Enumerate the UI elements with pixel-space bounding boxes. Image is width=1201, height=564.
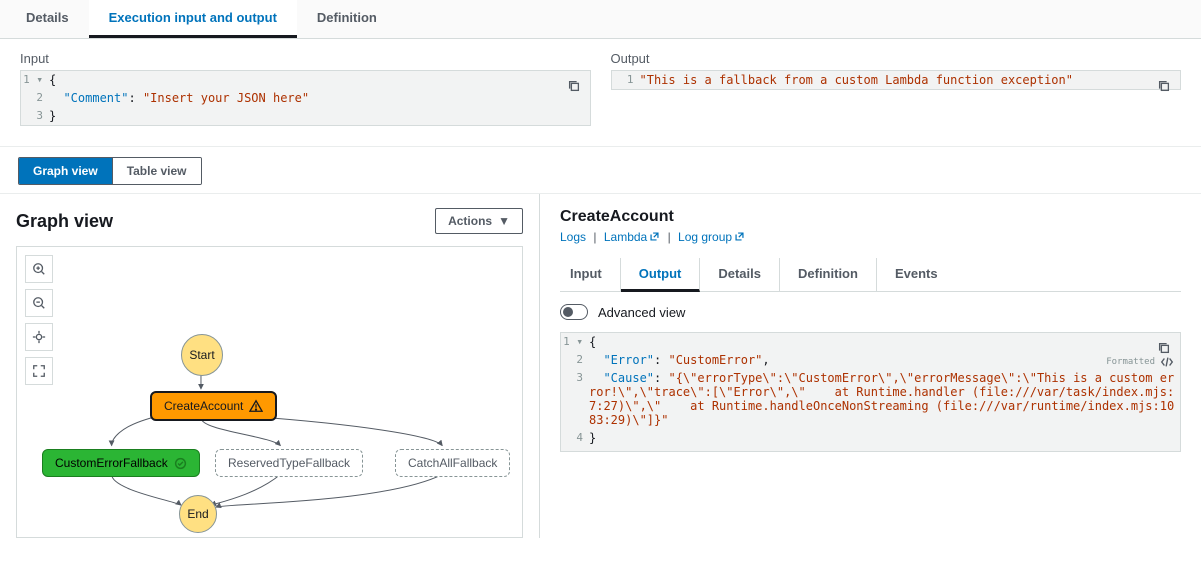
link-logs[interactable]: Logs: [560, 230, 586, 244]
external-link-icon: [649, 231, 660, 242]
line-number: 2: [561, 351, 589, 368]
tab-definition[interactable]: Definition: [297, 0, 397, 38]
output-label: Output: [611, 51, 1182, 66]
external-link-icon: [734, 231, 745, 242]
workspace: Graph view Actions ▼: [0, 193, 1201, 538]
line-number: 4: [561, 429, 589, 446]
output-column: Output 1"This is a fallback from a custo…: [611, 51, 1182, 126]
tab-execution-io[interactable]: Execution input and output: [89, 0, 297, 38]
link-lambda[interactable]: Lambda: [604, 230, 660, 244]
node-label: CustomErrorFallback: [55, 456, 168, 470]
copy-icon: [1157, 341, 1171, 355]
copy-input-button[interactable]: [564, 77, 584, 97]
actions-label: Actions: [448, 214, 492, 228]
center-button[interactable]: [25, 323, 53, 351]
node-label: ReservedTypeFallback: [228, 456, 350, 470]
chevron-down-icon: ▼: [498, 214, 510, 228]
detail-pane: CreateAccount Logs | Lambda | Log group …: [540, 194, 1201, 538]
graph-canvas[interactable]: Start CreateAccount CustomErrorFallback …: [16, 246, 523, 538]
advanced-view-toggle[interactable]: [560, 304, 588, 320]
code-text: "Cause": "{\"errorType\":\"CustomError\"…: [589, 369, 1180, 429]
node-reserved-type-fallback[interactable]: ReservedTypeFallback: [215, 449, 363, 477]
node-catch-all-fallback[interactable]: CatchAllFallback: [395, 449, 510, 477]
copy-icon: [567, 79, 581, 93]
table-view-button[interactable]: Table view: [112, 158, 201, 184]
node-label: CatchAllFallback: [408, 456, 497, 470]
subtab-events[interactable]: Events: [877, 258, 956, 291]
node-end[interactable]: End: [179, 495, 217, 533]
line-number: 2: [21, 89, 49, 106]
code-text: }: [589, 429, 596, 447]
detail-subtabs: Input Output Details Definition Events: [560, 258, 1181, 292]
subtab-output[interactable]: Output: [621, 258, 701, 292]
node-label: CreateAccount: [164, 399, 243, 413]
check-circle-icon: [174, 457, 187, 470]
copy-icon: [1157, 79, 1171, 93]
subtab-details[interactable]: Details: [700, 258, 780, 291]
graph-view-button[interactable]: Graph view: [19, 158, 112, 184]
node-label: End: [187, 507, 208, 521]
zoom-out-button[interactable]: [25, 289, 53, 317]
fullscreen-button[interactable]: [25, 357, 53, 385]
output-code-box: 1"This is a fallback from a custom Lambd…: [611, 70, 1182, 90]
code-text: "This is a fallback from a custom Lambda…: [640, 71, 1073, 89]
view-toggle: Graph view Table view: [18, 157, 202, 185]
input-code-box: 1 ▾{ 2 "Comment": "Insert your JSON here…: [20, 70, 591, 126]
graph-title: Graph view: [16, 211, 113, 232]
subtab-input[interactable]: Input: [560, 258, 621, 291]
detail-title: CreateAccount: [560, 208, 1181, 226]
code-text: "Comment": "Insert your JSON here": [49, 89, 309, 107]
actions-button[interactable]: Actions ▼: [435, 208, 523, 234]
advanced-view-label: Advanced view: [598, 305, 685, 320]
node-label: Start: [189, 348, 214, 362]
node-create-account[interactable]: CreateAccount: [150, 391, 277, 421]
input-label: Input: [20, 51, 591, 66]
line-number: 3: [561, 369, 589, 386]
link-separator: |: [668, 230, 671, 244]
main-tabs: Details Execution input and output Defin…: [0, 0, 1201, 39]
link-loggroup[interactable]: Log group: [678, 230, 745, 244]
line-number: 3: [21, 107, 49, 124]
code-format-icon[interactable]: [1160, 355, 1174, 372]
input-column: Input 1 ▾{ 2 "Comment": "Insert your JSO…: [20, 51, 591, 126]
advanced-view-row: Advanced view: [560, 304, 1181, 320]
io-panel: Input 1 ▾{ 2 "Comment": "Insert your JSO…: [0, 39, 1201, 147]
graph-pane: Graph view Actions ▼: [0, 194, 540, 538]
detail-output-code: Formatted 1 ▾{ 2 "Error": "CustomError",…: [560, 332, 1181, 452]
code-text: {: [49, 71, 56, 89]
copy-output-button[interactable]: [1154, 77, 1174, 97]
warning-icon: [249, 399, 263, 413]
target-icon: [32, 330, 46, 344]
node-start[interactable]: Start: [181, 334, 223, 376]
zoom-in-icon: [32, 262, 46, 276]
line-number: 1 ▾: [561, 333, 589, 350]
expand-icon: [32, 364, 46, 378]
formatted-label: Formatted: [1106, 357, 1155, 367]
link-separator: |: [593, 230, 596, 244]
detail-links: Logs | Lambda | Log group: [560, 230, 1181, 244]
line-number: 1 ▾: [21, 71, 49, 88]
subtab-definition[interactable]: Definition: [780, 258, 877, 291]
code-text: "Error": "CustomError",: [589, 351, 770, 369]
code-text: }: [49, 107, 56, 125]
zoom-in-button[interactable]: [25, 255, 53, 283]
zoom-out-icon: [32, 296, 46, 310]
node-custom-error-fallback[interactable]: CustomErrorFallback: [42, 449, 200, 477]
line-number: 1: [612, 71, 640, 88]
tab-details[interactable]: Details: [6, 0, 89, 38]
code-text: {: [589, 333, 596, 351]
